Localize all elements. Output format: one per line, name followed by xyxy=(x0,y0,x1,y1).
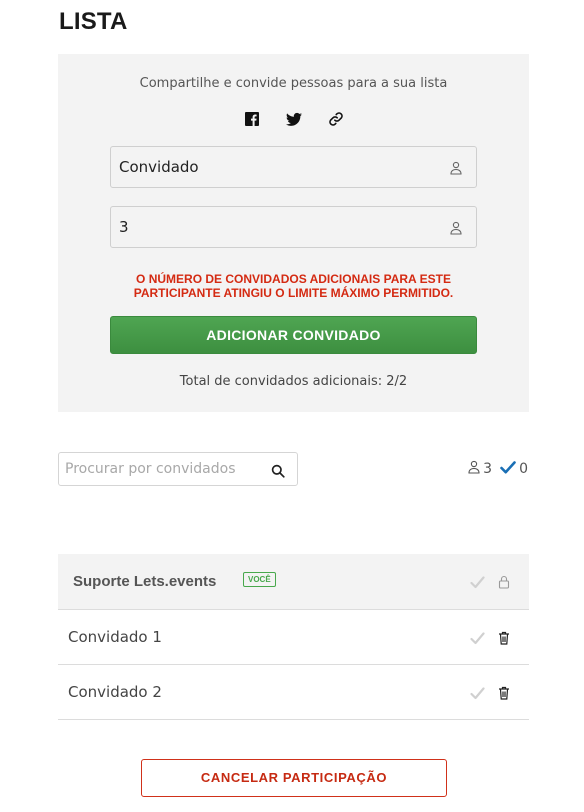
cancel-participation-button[interactable]: CANCELAR PARTICIPAÇÃO xyxy=(141,759,447,797)
trash-icon[interactable] xyxy=(498,685,510,700)
facebook-icon[interactable] xyxy=(244,111,260,127)
guest-counters: 3 0 xyxy=(468,460,528,478)
checkin-count-indicator: 0 xyxy=(500,460,528,478)
limit-error-message: O NÚMERO DE CONVIDADOS ADICIONAIS PARA E… xyxy=(133,272,454,300)
checkin-check-icon[interactable] xyxy=(470,574,485,589)
owner-name: Suporte Lets.events xyxy=(73,573,217,590)
total-guests-text: Total de convidados adicionais: 2/2 xyxy=(179,374,408,389)
link-icon[interactable] xyxy=(328,111,344,127)
add-guest-button[interactable]: ADICIONAR CONVIDADO xyxy=(110,316,477,354)
user-icon xyxy=(450,220,462,235)
check-icon xyxy=(500,460,516,478)
list-item: Convidado 1 xyxy=(58,610,529,665)
guest-name-field[interactable]: Convidado xyxy=(110,146,477,188)
guest-search-box xyxy=(58,452,298,486)
guest-name-value: Convidado xyxy=(119,158,199,176)
trash-icon[interactable] xyxy=(498,630,510,645)
twitter-icon[interactable] xyxy=(285,111,302,127)
guest-count-indicator: 3 xyxy=(468,460,492,478)
guest-count-value: 3 xyxy=(119,218,129,236)
share-text: Compartilhe e convide pessoas para a sua… xyxy=(139,76,448,91)
user-icon xyxy=(450,160,462,175)
page-title: LISTA xyxy=(59,8,128,35)
you-badge: VOCÊ xyxy=(243,572,276,587)
checkin-check-icon[interactable] xyxy=(470,685,485,700)
guest-count-field[interactable]: 3 xyxy=(110,206,477,248)
checkin-check-icon[interactable] xyxy=(470,630,485,645)
social-share-row xyxy=(58,111,529,127)
lock-icon xyxy=(498,574,510,589)
invite-panel: Compartilhe e convide pessoas para a sua… xyxy=(58,54,529,412)
guest-name: Convidado 1 xyxy=(68,628,162,646)
search-icon[interactable] xyxy=(271,463,285,478)
list-item-owner: Suporte Lets.events VOCÊ xyxy=(58,554,529,610)
checkin-count-number: 0 xyxy=(519,461,528,477)
guest-name: Convidado 2 xyxy=(68,683,162,701)
guest-search-input[interactable] xyxy=(65,453,265,485)
guest-list: Suporte Lets.events VOCÊ Convidado 1 Con… xyxy=(58,554,529,720)
user-icon xyxy=(468,460,480,478)
list-item: Convidado 2 xyxy=(58,665,529,720)
guest-count-number: 3 xyxy=(483,461,493,477)
